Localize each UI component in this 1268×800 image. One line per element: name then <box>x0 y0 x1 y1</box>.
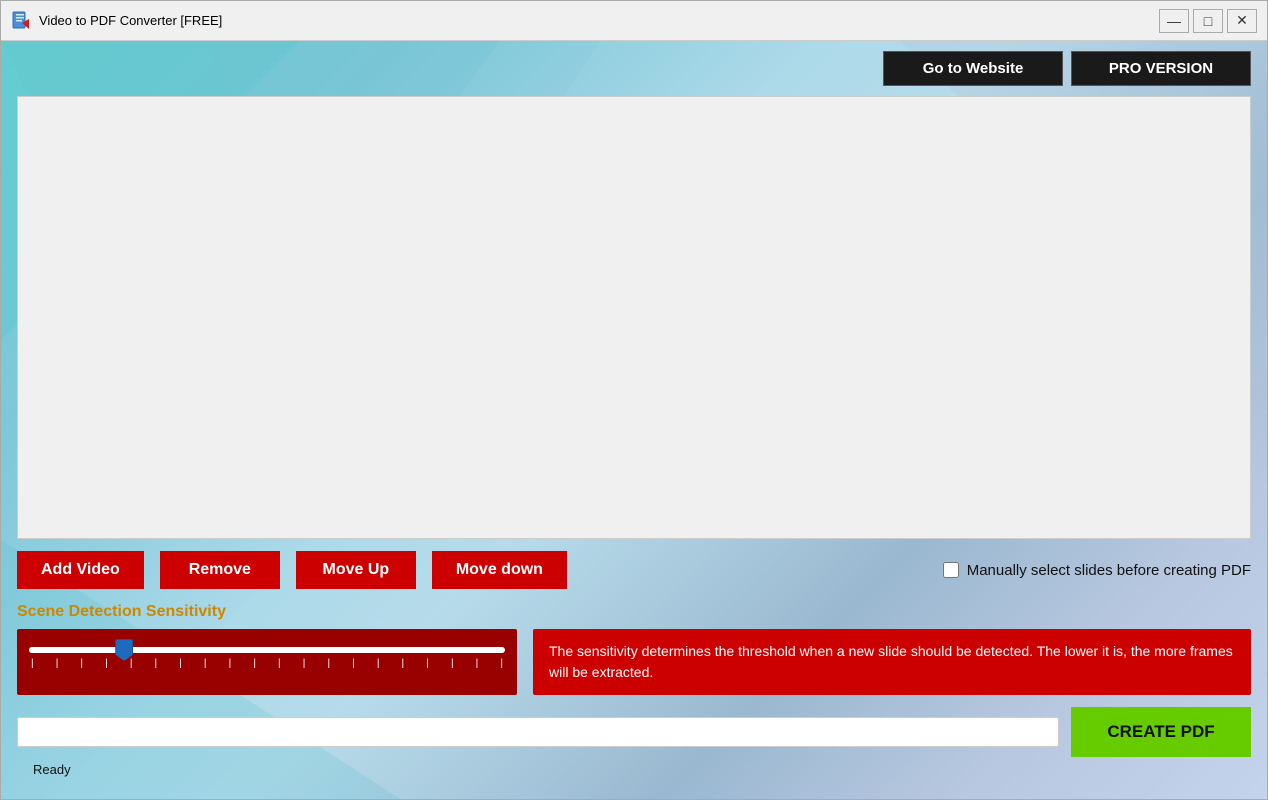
sensitivity-info-box: The sensitivity determines the threshold… <box>533 629 1251 695</box>
title-bar: Video to PDF Converter [FREE] — □ ✕ <box>1 1 1267 41</box>
bottom-row: CREATE PDF <box>17 707 1251 757</box>
move-down-button[interactable]: Move down <box>432 551 567 589</box>
scene-detection-section: Scene Detection Sensitivity | | | | | | … <box>17 603 1251 695</box>
status-text: Ready <box>33 762 71 777</box>
move-up-button[interactable]: Move Up <box>296 551 416 589</box>
progress-bar <box>17 717 1059 747</box>
slider-container: | | | | | | | | | | | | | | | <box>17 629 517 695</box>
video-list-area <box>17 96 1251 539</box>
app-icon <box>11 11 31 31</box>
minimize-button[interactable]: — <box>1159 9 1189 33</box>
slider-info-row: | | | | | | | | | | | | | | | <box>17 629 1251 695</box>
maximize-button[interactable]: □ <box>1193 9 1223 33</box>
go-to-website-button[interactable]: Go to Website <box>883 51 1063 86</box>
create-pdf-button[interactable]: CREATE PDF <box>1071 707 1251 757</box>
status-bar: Ready <box>17 757 1251 783</box>
scene-detection-title: Scene Detection Sensitivity <box>17 603 1251 621</box>
main-content-area: Go to Website PRO VERSION Add Video Remo… <box>1 41 1267 799</box>
manually-select-label[interactable]: Manually select slides before creating P… <box>967 562 1251 579</box>
main-window: Video to PDF Converter [FREE] — □ ✕ Go t… <box>0 0 1268 800</box>
action-buttons-row: Add Video Remove Move Up Move down Manua… <box>17 551 1251 589</box>
manually-select-checkbox-group: Manually select slides before creating P… <box>943 562 1251 579</box>
add-video-button[interactable]: Add Video <box>17 551 144 589</box>
window-title: Video to PDF Converter [FREE] <box>39 13 1159 28</box>
close-button[interactable]: ✕ <box>1227 9 1257 33</box>
slider-fill <box>29 647 124 653</box>
manually-select-checkbox[interactable] <box>943 562 959 578</box>
top-buttons-row: Go to Website PRO VERSION <box>17 51 1251 86</box>
slider-ticks: | | | | | | | | | | | | | | | <box>29 659 505 669</box>
window-controls: — □ ✕ <box>1159 9 1257 33</box>
remove-button[interactable]: Remove <box>160 551 280 589</box>
slider-track <box>29 647 505 653</box>
pro-version-button[interactable]: PRO VERSION <box>1071 51 1251 86</box>
